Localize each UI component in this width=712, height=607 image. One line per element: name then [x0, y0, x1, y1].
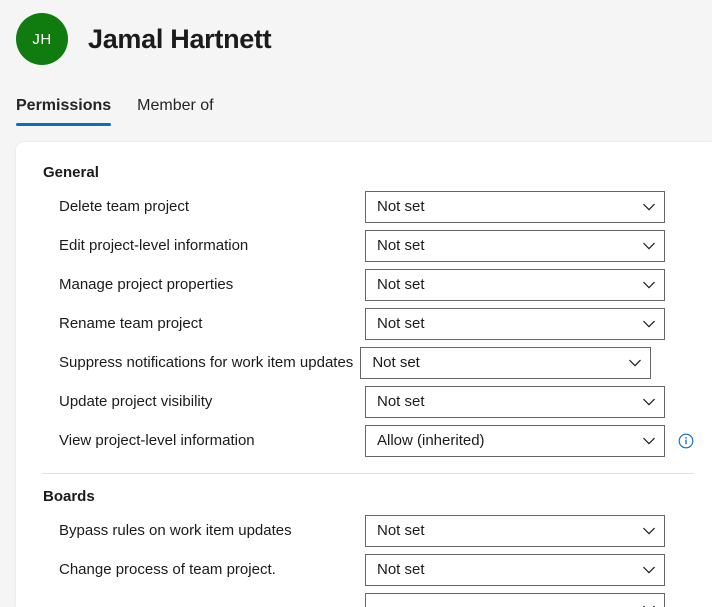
- permission-label: Edit project-level information: [59, 237, 249, 254]
- permission-label: Manage project properties: [59, 276, 234, 293]
- permission-row: Edit project-level information Not set: [42, 226, 694, 265]
- permission-control: Not set: [365, 385, 694, 418]
- permission-label: Delete team project: [59, 198, 190, 215]
- permission-dropdown[interactable]: Not set: [365, 229, 665, 262]
- permission-label: View project-level information: [59, 432, 255, 449]
- permissions-panel: General Delete team project Not set Edit pr…: [16, 142, 712, 607]
- avatar-initials: JH: [32, 30, 52, 48]
- permission-dropdown-value: Not set: [377, 198, 425, 215]
- chevron-down-icon: [642, 602, 656, 607]
- page-title: Jamal Hartnett: [88, 23, 272, 54]
- permission-sections: General Delete team project Not set Edit pr…: [16, 142, 712, 607]
- permission-dropdown-value: Not set: [377, 315, 425, 332]
- permission-control: Allow (inherited): [365, 424, 694, 457]
- permission-dropdown-value: Not set: [377, 561, 425, 578]
- permission-dropdown[interactable]: [365, 592, 665, 607]
- chevron-down-icon: [642, 434, 656, 448]
- permission-dropdown-value: Not set: [377, 237, 425, 254]
- permission-label: Rename team project: [59, 315, 203, 332]
- permission-dropdown[interactable]: Not set: [365, 268, 665, 301]
- chevron-down-icon: [628, 356, 642, 370]
- permission-dropdown-value: Not set: [372, 354, 420, 371]
- permission-dropdown-value: Allow (inherited): [377, 432, 485, 449]
- permission-dropdown[interactable]: Not set: [365, 514, 665, 547]
- permission-section: General Delete team project Not set Edit pr…: [42, 164, 694, 460]
- permission-control: Not set: [365, 514, 694, 547]
- permission-dropdown[interactable]: Not set: [365, 307, 665, 340]
- section-divider: [42, 473, 694, 474]
- permission-dropdown[interactable]: Not set: [365, 553, 665, 586]
- permission-dropdown-value: Not set: [377, 276, 425, 293]
- tab-member-of[interactable]: Member of: [137, 97, 213, 126]
- chevron-down-icon: [642, 524, 656, 538]
- permission-control: Not set: [365, 190, 694, 223]
- permission-label: Update project visibility: [59, 393, 213, 410]
- permission-label: Suppress notifications for work item upd…: [59, 354, 354, 371]
- permission-dropdown[interactable]: Not set: [365, 385, 665, 418]
- permission-row: Manage project properties Not set: [42, 265, 694, 304]
- chevron-down-icon: [642, 200, 656, 214]
- permission-dropdown[interactable]: Allow (inherited): [365, 424, 665, 457]
- avatar: JH: [16, 13, 68, 65]
- permission-control: Not set: [365, 229, 694, 262]
- permission-row: Bypass rules on work item updates Not set: [42, 511, 694, 550]
- permission-control: Not set: [365, 553, 694, 586]
- permission-control: [365, 592, 694, 607]
- permission-row: Rename team project Not set: [42, 304, 694, 343]
- permission-control: Not set: [365, 307, 694, 340]
- permission-label: Change process of team project.: [59, 561, 276, 578]
- permission-row: View project-level information Allow (inh…: [42, 421, 694, 460]
- section-title: General: [43, 164, 99, 181]
- tab-permissions-label: Permissions: [16, 97, 112, 114]
- user-header: JH Jamal Hartnett: [0, 0, 712, 78]
- permission-row: Update project visibility Not set: [42, 382, 694, 421]
- chevron-down-icon: [642, 239, 656, 253]
- permission-dropdown-value: Not set: [377, 393, 425, 410]
- chevron-down-icon: [642, 563, 656, 577]
- permission-row: Delete team project Not set: [42, 187, 694, 226]
- permission-row: Change process of team project. Not set: [42, 550, 694, 589]
- permission-label: Bypass rules on work item updates: [59, 522, 292, 539]
- chevron-down-icon: [642, 317, 656, 331]
- permission-row: Suppress notifications for work item upd…: [42, 343, 694, 382]
- chevron-down-icon: [642, 278, 656, 292]
- permission-control: Not set: [360, 346, 680, 379]
- permission-row: [42, 589, 694, 607]
- permission-dropdown-value: Not set: [377, 522, 425, 539]
- permission-control: Not set: [365, 268, 694, 301]
- permission-dropdown[interactable]: Not set: [365, 190, 665, 223]
- permission-dropdown[interactable]: Not set: [360, 346, 652, 379]
- tab-bar: Permissions Member of: [0, 78, 712, 126]
- chevron-down-icon: [642, 395, 656, 409]
- tab-permissions[interactable]: Permissions: [16, 97, 112, 126]
- permission-section: Boards Bypass rules on work item updates N…: [42, 488, 694, 607]
- tab-member-of-label: Member of: [137, 97, 214, 114]
- section-title: Boards: [43, 488, 95, 505]
- info-icon[interactable]: [678, 433, 694, 449]
